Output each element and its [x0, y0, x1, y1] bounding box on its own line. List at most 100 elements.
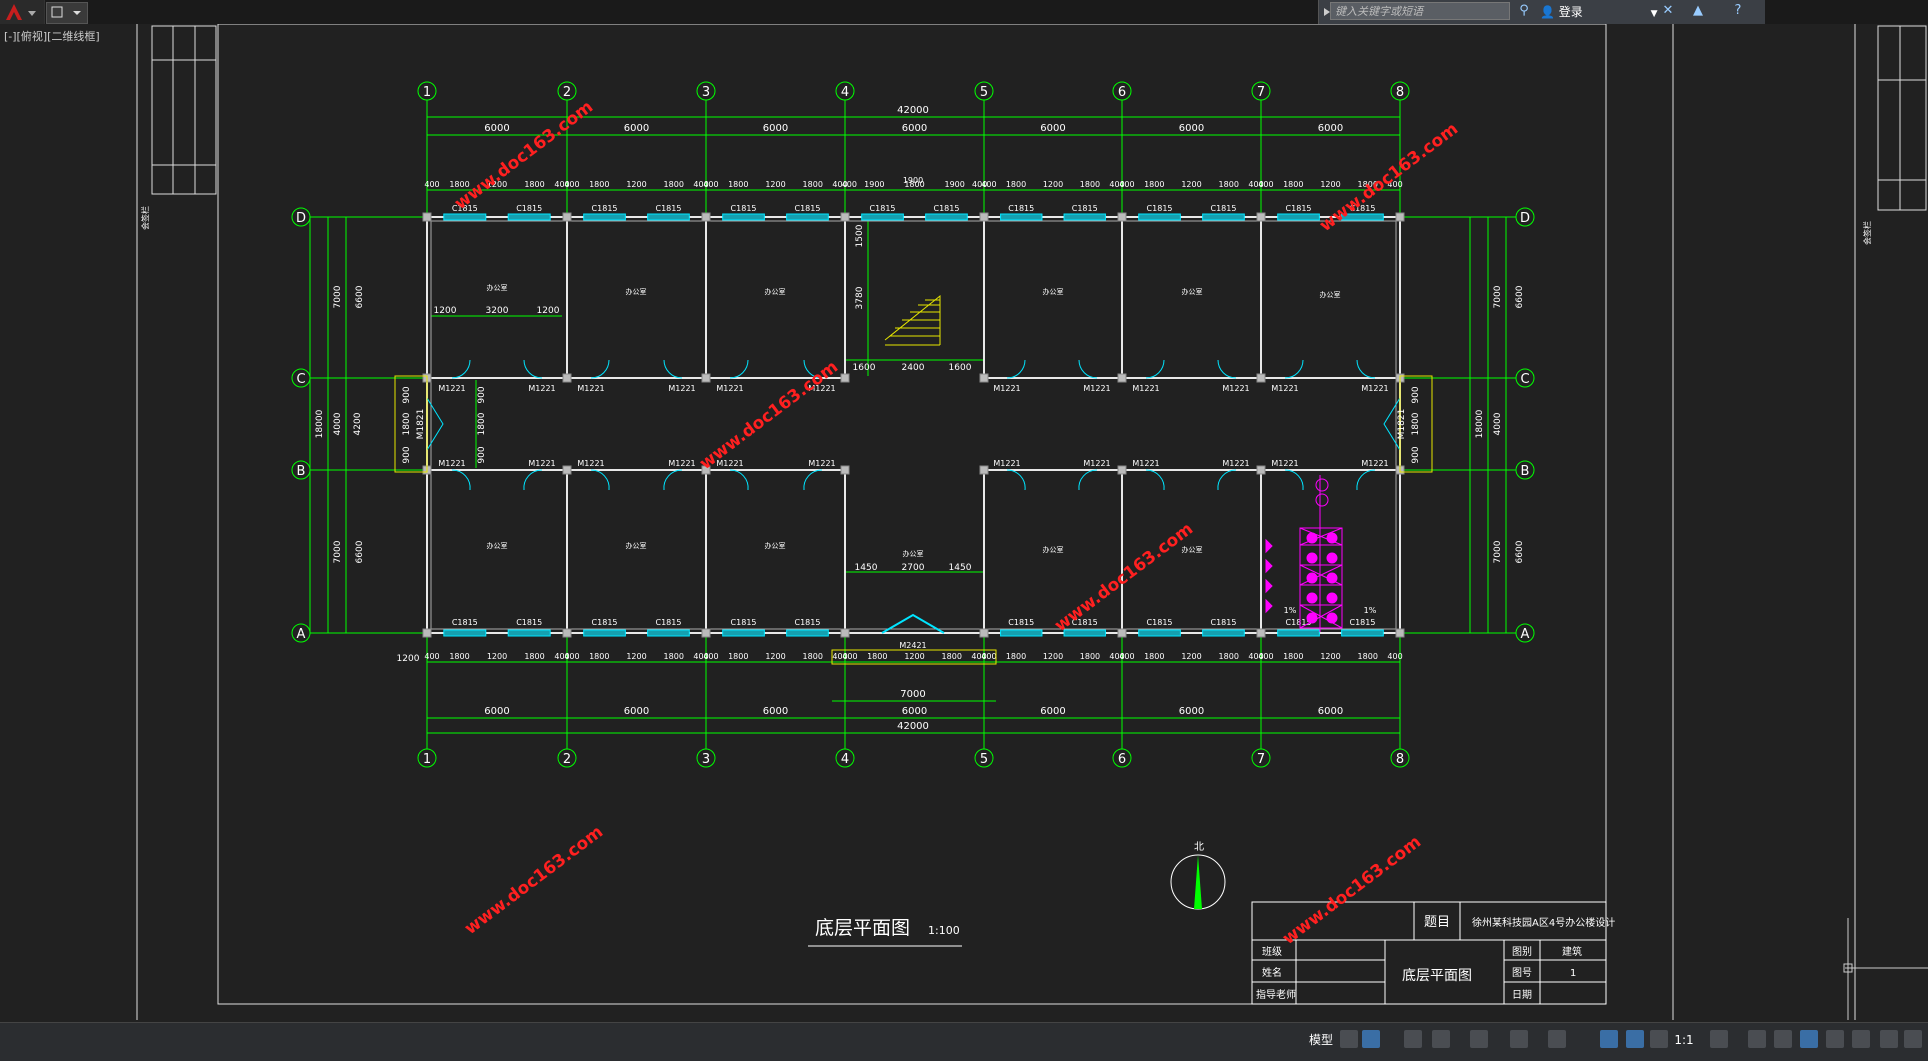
exchange-icon[interactable]: ✕ — [1660, 3, 1676, 19]
window — [925, 213, 968, 221]
side-door — [426, 397, 444, 451]
column — [562, 373, 572, 383]
column — [562, 465, 572, 475]
vertical-dimension: 7000 — [333, 540, 343, 563]
segment-dimension: 400 — [981, 652, 996, 661]
column — [1117, 628, 1127, 638]
user-icon[interactable] — [1522, 3, 1538, 19]
window — [786, 629, 829, 637]
segment-dimension: 400 — [1119, 180, 1134, 189]
window-label: C1815 — [1147, 618, 1173, 627]
column — [979, 628, 989, 638]
osnap-icon[interactable] — [1470, 1030, 1488, 1048]
lineweight-icon[interactable] — [1548, 1030, 1566, 1048]
side-dimension: 900 — [477, 446, 487, 463]
otrack-icon[interactable] — [1510, 1030, 1528, 1048]
clean-screen-icon[interactable] — [1880, 1030, 1898, 1048]
axis-label: 7 — [1257, 752, 1265, 767]
left-signoff-label: 会签栏 — [140, 206, 150, 230]
door-swing — [729, 359, 749, 379]
window — [1202, 629, 1245, 637]
bay-dimension: 6000 — [624, 706, 649, 717]
door-swing — [523, 469, 543, 491]
watermark-text: www.doc163.com — [696, 357, 842, 474]
window — [507, 213, 551, 221]
door-swing — [1078, 359, 1098, 379]
door-swing — [729, 469, 749, 491]
segment-dimension: 1800 — [942, 652, 962, 661]
axis-label: 6 — [1118, 752, 1126, 767]
window-label: C1815 — [731, 618, 757, 627]
door-swing — [1356, 469, 1376, 491]
column — [840, 465, 850, 475]
bay-dimension: 6000 — [902, 706, 927, 717]
help-icon[interactable]: ? — [1730, 3, 1746, 19]
column — [1256, 628, 1266, 638]
axis-label: B — [1521, 464, 1530, 479]
customize-menu-icon[interactable] — [1904, 1030, 1922, 1048]
number-label: 图号 — [1512, 967, 1532, 979]
vertical-dimension: 4000 — [1493, 412, 1503, 435]
axis-label: 5 — [980, 85, 988, 100]
window — [786, 213, 829, 221]
segment-dimension: 400 — [564, 652, 579, 661]
grid-icon[interactable] — [1340, 1030, 1358, 1048]
login-button[interactable]: 👤 登录 ▼ — [1540, 2, 1658, 22]
quick-access-toolbar[interactable] — [46, 2, 88, 24]
auto-scale-icon[interactable] — [1626, 1030, 1644, 1048]
segment-dimension: 400 — [564, 180, 579, 189]
column — [979, 465, 989, 475]
axis-label: 7 — [1257, 85, 1265, 100]
column — [1395, 212, 1405, 222]
window-label: C1815 — [1147, 204, 1173, 213]
column — [1117, 373, 1127, 383]
door-label: M1221 — [577, 384, 604, 393]
window — [722, 629, 765, 637]
axis-label: C — [1520, 372, 1529, 387]
ortho-icon[interactable] — [1404, 1030, 1422, 1048]
plus-icon[interactable] — [1748, 1030, 1766, 1048]
side-dimension: 900 — [1411, 446, 1421, 463]
door-swing — [1006, 469, 1026, 491]
side-dimension: 900 — [402, 446, 412, 463]
column — [840, 212, 850, 222]
column — [422, 212, 432, 222]
drawing-canvas[interactable]: 会签栏 会签栏 1 1 2 2 3 3 4 4 5 5 6 6 7 7 8 8 D D C C B B A A 42000 42… — [0, 24, 1928, 1022]
crosshair-cursor — [1843, 918, 1928, 1020]
segment-dimension: 1200 — [397, 654, 420, 664]
a360-icon[interactable]: ▲ — [1690, 3, 1706, 19]
segment-dimension: 400 — [424, 652, 439, 661]
door-label: M1221 — [1083, 384, 1110, 393]
annotation-scale-icon[interactable] — [1650, 1030, 1668, 1048]
hardware-acceleration-icon[interactable] — [1852, 1030, 1870, 1048]
side-dimension: 1800 — [477, 412, 487, 435]
quick-properties-icon[interactable] — [1800, 1030, 1818, 1048]
column — [1117, 465, 1127, 475]
scale-selector[interactable]: 1:1 — [1672, 1030, 1696, 1050]
topic-value: 徐州某科技园A区4号办公楼设计 — [1472, 916, 1615, 929]
segment-dimension: 400 — [842, 652, 857, 661]
door-swing — [1145, 469, 1165, 491]
room-label: 办公室 — [1182, 287, 1203, 296]
column — [840, 628, 850, 638]
gear-icon[interactable] — [1710, 1030, 1728, 1048]
application-menu-button[interactable] — [0, 0, 45, 24]
model-tab[interactable]: 模型 — [1306, 1030, 1336, 1050]
door-swing — [663, 469, 683, 491]
axis-label: 8 — [1396, 85, 1404, 100]
polar-icon[interactable] — [1432, 1030, 1450, 1048]
segment-dimension: 1900 — [864, 180, 884, 189]
window — [1063, 629, 1106, 637]
units-icon[interactable] — [1774, 1030, 1792, 1048]
column — [1117, 212, 1127, 222]
bay-dimension: 6000 — [1318, 123, 1343, 134]
search-input[interactable]: 键入关键字或短语 — [1330, 2, 1510, 20]
door-label: M1221 — [1271, 384, 1298, 393]
bay-dimension: 6000 — [624, 123, 649, 134]
segment-dimension: 1800 — [664, 180, 684, 189]
snap-icon[interactable] — [1362, 1030, 1380, 1048]
door-swing — [590, 469, 610, 491]
annotation-visibility-icon[interactable] — [1600, 1030, 1618, 1048]
isolate-icon[interactable] — [1826, 1030, 1844, 1048]
side-dimension: 900 — [1411, 386, 1421, 403]
